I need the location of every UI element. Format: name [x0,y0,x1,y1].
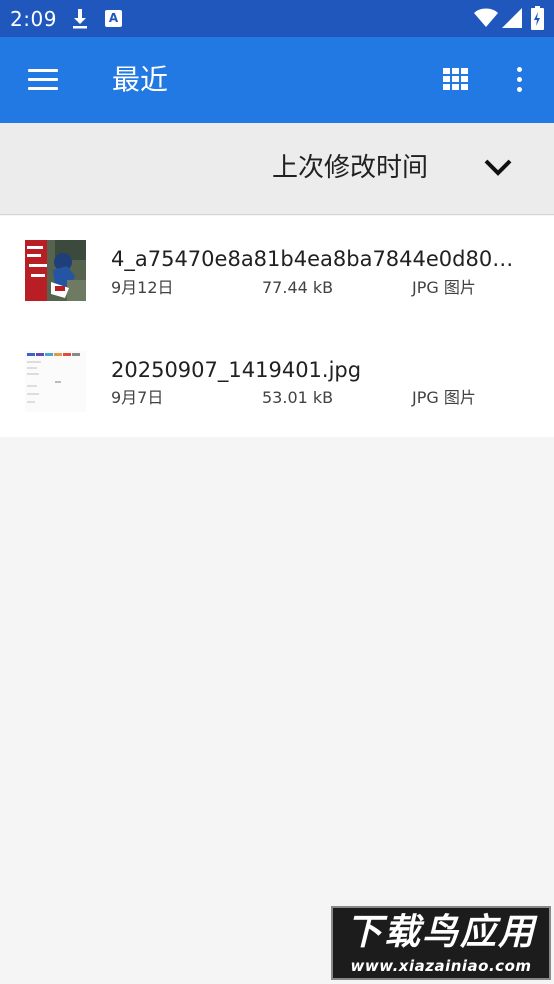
chevron-down-icon[interactable] [483,157,513,179]
file-size: 53.01 kB [262,388,334,407]
page-title: 最近 [112,63,169,96]
battery-icon [531,6,544,30]
sort-bar: 上次修改时间 [0,123,554,215]
watermark-url: www.xiazainiao.com [350,957,532,975]
status-bar: 2:09 A [0,0,554,37]
file-date: 9月7日 [111,388,164,407]
file-name: 4_a75470e8a81b4ea8ba7844e0d80… [111,247,514,271]
app-bar: 最近 [0,37,554,123]
file-date: 9月12日 [111,278,174,297]
menu-icon[interactable] [28,69,58,91]
signal-icon [502,8,522,28]
grid-view-icon[interactable] [443,68,469,90]
a-notification-icon: A [105,10,122,27]
photo-thumbnail [25,240,86,301]
list-item[interactable]: 4_a75470e8a81b4ea8ba7844e0d80… 9月12日 77.… [0,216,554,326]
file-type: JPG 图片 [412,388,476,407]
file-name: 20250907_1419401.jpg [111,358,362,382]
file-size: 77.44 kB [262,278,334,297]
download-icon [73,9,87,29]
status-time: 2:09 [10,7,57,31]
file-type: JPG 图片 [412,278,476,297]
watermark-title: 下载鸟应用 [345,912,536,953]
wifi-icon [474,8,498,27]
list-item[interactable]: 20250907_1419401.jpg 9月7日 53.01 kB JPG 图… [0,326,554,436]
screenshot-thumbnail [25,351,86,412]
file-list: 4_a75470e8a81b4ea8ba7844e0d80… 9月12日 77.… [0,216,554,437]
watermark: 下载鸟应用 www.xiazainiao.com [331,906,551,980]
sort-label[interactable]: 上次修改时间 [272,151,428,185]
more-options-icon[interactable] [510,67,530,93]
